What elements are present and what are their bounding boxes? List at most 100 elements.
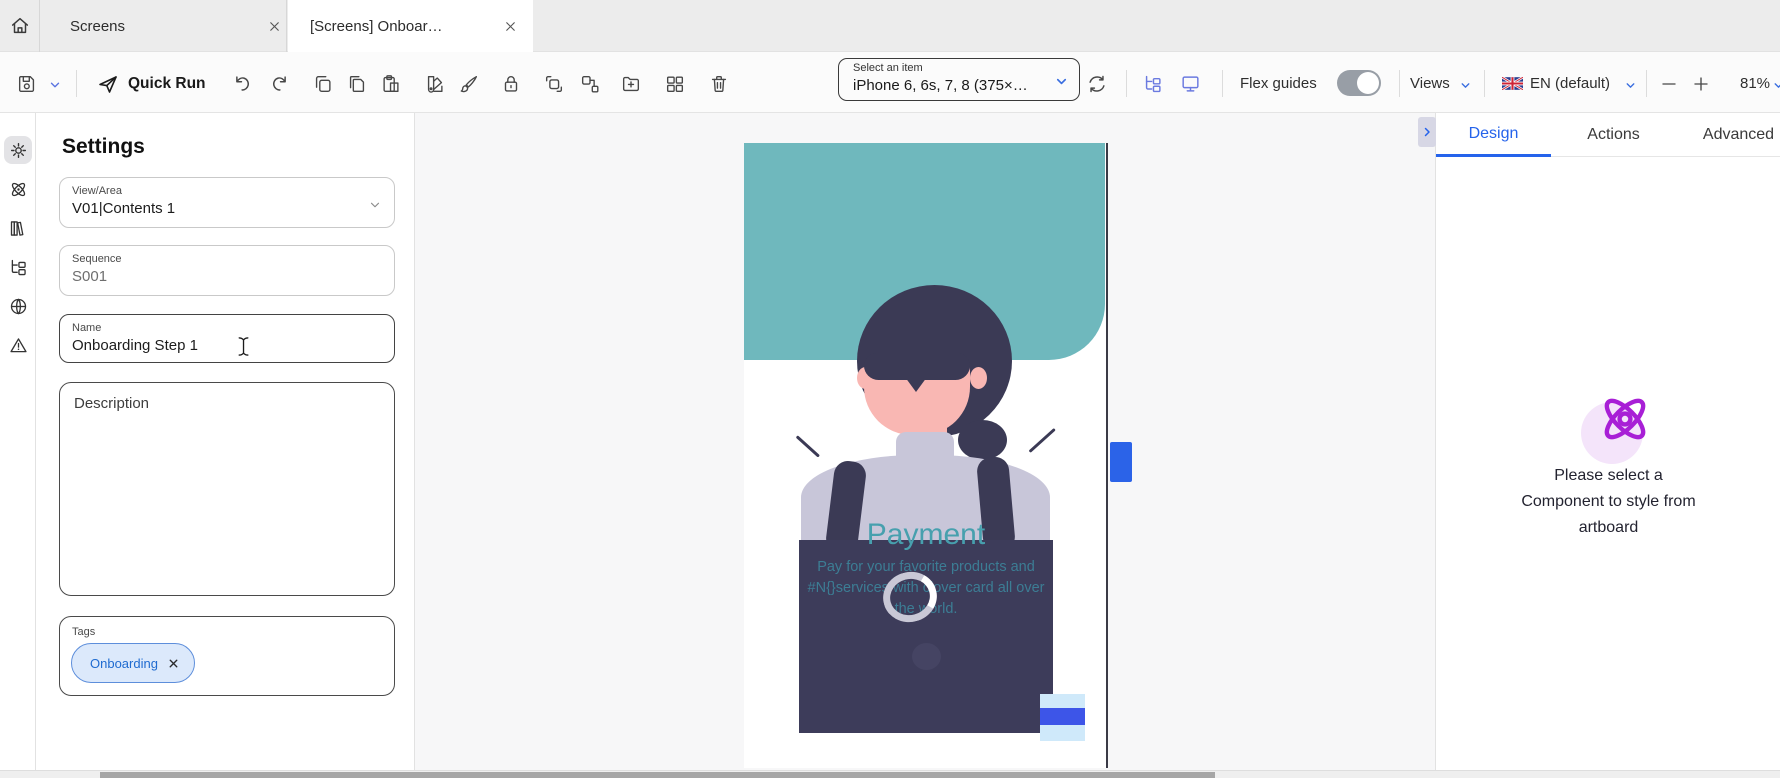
sequence-field[interactable]: Sequence S001 [59, 245, 395, 296]
sidebar-item-issues[interactable] [4, 331, 32, 359]
plus-icon[interactable] [1692, 73, 1710, 95]
tab-design[interactable]: Design [1436, 113, 1551, 157]
left-icon-rail [0, 113, 36, 770]
view-area-label: View/Area [72, 185, 122, 197]
artboard-title-text[interactable]: Payment [744, 518, 1108, 552]
lock-icon[interactable] [500, 73, 522, 95]
redo-icon[interactable] [270, 73, 292, 95]
tab-advanced[interactable]: Advanced [1676, 113, 1780, 157]
trash-icon[interactable] [708, 73, 730, 95]
ungroup-icon[interactable] [578, 73, 604, 95]
copy-icon[interactable] [312, 73, 334, 95]
empty-state-message: Please select a Component to style from … [1436, 463, 1780, 541]
empty-state-line: artboard [1436, 515, 1780, 541]
name-value: Onboarding Step 1 [72, 337, 198, 354]
sync-icon[interactable] [1086, 73, 1108, 95]
swatches-icon[interactable] [424, 73, 446, 95]
monitor-icon[interactable] [1178, 73, 1204, 95]
duplicate-icon[interactable] [346, 73, 368, 95]
tab-label: Screens [70, 18, 125, 35]
sequence-value: S001 [72, 268, 107, 285]
atom-icon [8, 179, 29, 200]
inspector-panel: Design Actions Advanced Please select a … [1435, 113, 1780, 770]
save-menu-chevron-icon[interactable] [48, 78, 62, 92]
artboard-onboarding-step-1[interactable]: Payment Pay for your favorite products a… [744, 143, 1108, 768]
page-title: Settings [62, 135, 145, 159]
divider [1222, 70, 1223, 97]
tab-actions[interactable]: Actions [1551, 113, 1676, 157]
tab-screens[interactable]: Screens [40, 0, 287, 52]
views-dropdown[interactable]: Views [1410, 75, 1450, 92]
sidebar-item-components[interactable] [4, 175, 32, 203]
close-icon[interactable] [267, 19, 282, 34]
sidebar-item-settings[interactable] [4, 136, 32, 164]
sidebar-item-library[interactable] [4, 214, 32, 242]
tag-chip-onboarding[interactable]: Onboarding [71, 643, 195, 683]
select-item-label: Select an item [853, 62, 923, 74]
close-icon[interactable] [503, 19, 518, 34]
name-label: Name [72, 322, 101, 334]
sidebar-item-structure[interactable] [4, 253, 32, 281]
tab-screens-onboarding[interactable]: [Screens] Onboar… [288, 0, 533, 52]
scrollbar-thumb[interactable] [100, 772, 1215, 778]
undo-icon[interactable] [230, 73, 252, 95]
atom-icon [1594, 388, 1656, 450]
chevron-down-icon [368, 198, 382, 212]
language-dropdown[interactable]: EN (default) [1530, 75, 1610, 92]
tab-label: [Screens] Onboar… [310, 18, 443, 35]
illustration-accent-line-right [1029, 428, 1056, 453]
description-label: Description [74, 395, 149, 412]
empty-state-line: Please select a [1436, 463, 1780, 489]
divider [1646, 70, 1647, 97]
chevron-down-icon [1624, 79, 1637, 92]
horizontal-scrollbar[interactable] [0, 770, 1780, 778]
tags-label: Tags [72, 626, 95, 638]
empty-state-line: Component to style from [1436, 489, 1780, 515]
flex-guides-toggle[interactable] [1337, 70, 1381, 96]
dot-graphic[interactable] [912, 643, 941, 670]
close-icon[interactable] [167, 657, 180, 670]
toggle-knob [1357, 72, 1379, 94]
uk-flag-icon [1502, 77, 1523, 90]
design-canvas[interactable]: Payment Pay for your favorite products a… [415, 113, 1435, 770]
library-icon [8, 218, 29, 239]
chevron-down-icon [1459, 79, 1472, 92]
app-window: Screens [Screens] Onboar… Quick Run [0, 0, 1780, 778]
globe-icon [8, 296, 29, 317]
sequence-label: Sequence [72, 253, 122, 265]
tree-icon [8, 257, 29, 278]
divider [1126, 70, 1127, 97]
sidebar-item-localization[interactable] [4, 292, 32, 320]
gear-icon [8, 140, 29, 161]
home-button[interactable] [0, 0, 40, 52]
body-text-line: Pay for your favorite products and [770, 557, 1082, 578]
resize-handle[interactable] [1110, 442, 1132, 482]
brush-icon[interactable] [458, 73, 480, 95]
inspector-tabs: Design Actions Advanced [1436, 113, 1780, 157]
toolbar: Quick Run [0, 52, 1780, 113]
card-graphic[interactable] [1040, 694, 1085, 741]
divider [1484, 70, 1485, 97]
description-field[interactable]: Description [59, 382, 395, 596]
layout-grid-icon[interactable] [664, 73, 686, 95]
minus-icon[interactable] [1660, 73, 1678, 95]
illustration-accent-line-left [796, 435, 820, 457]
view-area-select[interactable]: View/Area V01|Contents 1 [59, 177, 395, 228]
collapse-panel-button[interactable] [1418, 117, 1436, 147]
save-icon[interactable] [16, 73, 38, 95]
name-field[interactable]: Name Onboarding Step 1 [59, 314, 395, 363]
tags-field[interactable]: Tags Onboarding [59, 616, 395, 696]
paste-icon[interactable] [380, 73, 402, 95]
select-item-value: iPhone 6, 6s, 7, 8 (375×… [853, 77, 1028, 94]
folder-plus-icon[interactable] [620, 73, 642, 95]
tree-view-icon[interactable] [1142, 73, 1164, 95]
paper-plane-icon[interactable] [96, 72, 120, 96]
select-item-dropdown[interactable]: Select an item iPhone 6, 6s, 7, 8 (375×… [838, 58, 1080, 101]
group-icon[interactable] [542, 73, 568, 95]
illustration-ear-right [970, 367, 987, 389]
zoom-level-dropdown[interactable]: 81% [1740, 75, 1770, 92]
illustration-hair-bun [958, 420, 1007, 460]
tab-bar: Screens [Screens] Onboar… [0, 0, 1780, 52]
quick-run-button[interactable]: Quick Run [128, 75, 206, 93]
text-cursor [236, 336, 252, 357]
